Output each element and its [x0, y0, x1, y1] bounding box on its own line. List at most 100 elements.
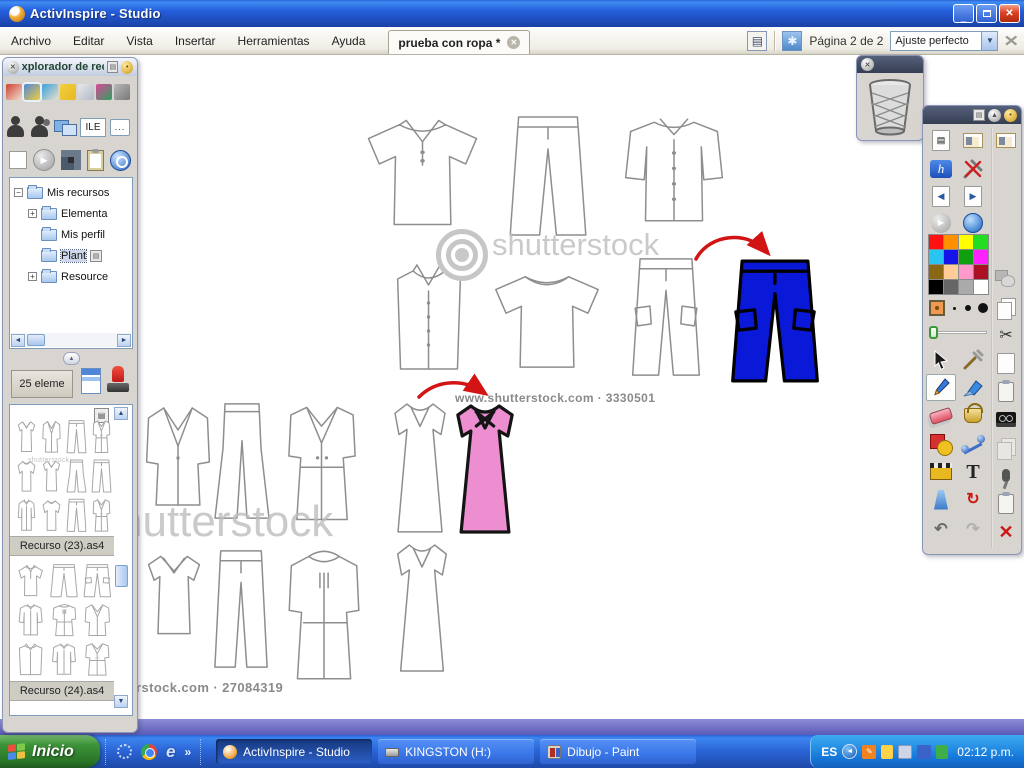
scroll-left-icon[interactable]: ◄	[11, 333, 25, 347]
menu-archivo[interactable]: Archivo	[0, 30, 62, 52]
garment-vneck[interactable]	[18, 422, 34, 452]
explorer-restore-icon[interactable]: ▤	[107, 61, 119, 73]
recorder-tool[interactable]	[993, 406, 1019, 433]
pen-tool[interactable]	[926, 374, 956, 401]
move-objects-tool[interactable]	[993, 264, 1019, 291]
tools-tool[interactable]	[958, 346, 988, 373]
blank-swatch[interactable]	[9, 151, 27, 169]
garment-pants[interactable]	[215, 551, 267, 667]
search-globe-icon[interactable]	[110, 149, 131, 171]
menu-ayuda[interactable]: Ayuda	[321, 30, 377, 52]
palette-color-ffffff[interactable]	[972, 278, 989, 295]
pen-width-medium[interactable]	[965, 305, 971, 311]
user-icon[interactable]	[6, 115, 26, 139]
tree-item-mis-perfil[interactable]: Mis perfil	[10, 224, 132, 245]
tray-collapse-icon[interactable]: ◄	[842, 744, 858, 759]
toolbox-menu-icon[interactable]: ▤	[973, 109, 985, 121]
scissors-tool[interactable]: ✂	[993, 322, 1019, 349]
palette-color-000000[interactable]	[927, 278, 944, 295]
garment-jacket[interactable]	[85, 605, 109, 636]
play-icon[interactable]: ▶	[33, 149, 55, 171]
garment-coat[interactable]	[93, 500, 110, 531]
redo-tool[interactable]: ↷	[958, 516, 988, 543]
garment-pants[interactable]	[510, 117, 586, 235]
item-menu-icon[interactable]: ▤	[90, 249, 103, 262]
clock[interactable]: 02:12 p.m.	[957, 745, 1014, 759]
garment-cargopants[interactable]	[633, 259, 700, 375]
network-tray-icon[interactable]	[898, 744, 913, 759]
collapse-icon[interactable]: −	[14, 188, 23, 197]
garment-polo[interactable]	[19, 565, 42, 595]
highlighter-tool[interactable]	[958, 374, 988, 401]
garment-hoodedcoat[interactable]	[53, 605, 76, 636]
scrollbar-thumb[interactable]	[115, 565, 128, 587]
garment-flarepants[interactable]	[67, 460, 86, 492]
task-button-dibujo-paint[interactable]: Dibujo - Paint	[540, 739, 697, 764]
task-button-kingston-h-[interactable]: KINGSTON (H:)	[378, 739, 535, 764]
maximize-button[interactable]	[976, 4, 997, 23]
shared-collection-icon[interactable]	[22, 82, 42, 102]
garment-pants[interactable]	[92, 460, 111, 492]
toolbox-collapse-icon[interactable]: ▲	[988, 108, 1001, 122]
trash-panel[interactable]: ✕	[856, 55, 924, 141]
clipboard-pen-tool[interactable]	[993, 490, 1019, 517]
thumbnail-caption[interactable]: Recurso (23).as4	[10, 536, 114, 556]
freeze-icon[interactable]: ✱	[782, 30, 803, 51]
toolbox-header[interactable]: ▤ ▲ •	[923, 106, 1021, 124]
garment-coat[interactable]	[93, 421, 110, 452]
garment-vneck[interactable]	[149, 556, 200, 633]
chrome-icon[interactable]	[141, 743, 157, 760]
thumbnail-recurso-24[interactable]	[14, 561, 114, 679]
zoom-fit-select[interactable]: Ajuste perfecto ▼	[890, 30, 999, 51]
web-browser-tool[interactable]	[958, 209, 988, 236]
garment-tshirt[interactable]	[18, 462, 35, 492]
garment-polo[interactable]	[369, 120, 477, 224]
expand-icon[interactable]: +	[28, 272, 37, 281]
palette-color-1414e8[interactable]	[942, 248, 959, 265]
clear-tool[interactable]	[926, 486, 956, 513]
menu-vista[interactable]: Vista	[115, 30, 163, 52]
palette-color-ff1111[interactable]	[927, 233, 944, 250]
users-group-icon[interactable]	[30, 115, 50, 139]
ile-box[interactable]: ILE	[80, 117, 106, 137]
text-tool[interactable]: T	[958, 458, 988, 485]
desktop-tools-tool[interactable]	[958, 155, 988, 182]
checklist-icon[interactable]	[78, 84, 94, 100]
expand-icon[interactable]: +	[28, 209, 37, 218]
palette-color-0fa00f[interactable]	[957, 248, 974, 265]
explorer-pin-icon[interactable]: •	[121, 60, 133, 74]
tree-item-mis-recursos[interactable]: − Mis recursos	[10, 182, 132, 203]
previous-page-tool[interactable]: ◀	[926, 183, 956, 210]
document-options-button[interactable]: ▤	[747, 30, 768, 51]
duplicate-page-tool[interactable]	[993, 294, 1019, 321]
chevron-down-icon[interactable]: ▼	[981, 31, 998, 50]
blue-pants-annotation[interactable]	[733, 261, 818, 381]
undo-tool[interactable]: ↶	[926, 516, 956, 543]
reset-page-tool[interactable]: ↻	[958, 486, 988, 513]
tree-horizontal-scrollbar[interactable]: ◄ ►	[11, 333, 131, 347]
select-tool[interactable]	[926, 346, 956, 373]
garment-buttonshirt[interactable]	[19, 644, 41, 675]
garment-pants[interactable]	[67, 499, 86, 531]
palette-color-666666[interactable]	[942, 278, 959, 295]
more-button[interactable]: ...	[110, 118, 130, 136]
garment-longsleeve[interactable]	[18, 500, 34, 530]
list-view-icon[interactable]	[81, 368, 101, 394]
thumbnail-recurso-23[interactable]	[14, 417, 114, 535]
scroll-right-icon[interactable]: ►	[117, 333, 131, 347]
pen-width-slider[interactable]	[929, 326, 987, 339]
collapse-tree-button[interactable]: ▲	[63, 352, 80, 365]
start-button[interactable]: Inicio	[0, 735, 100, 768]
language-indicator[interactable]: ES	[821, 745, 837, 759]
eraser-tool[interactable]	[926, 402, 956, 429]
tree-item-resource[interactable]: + Resource	[10, 266, 132, 287]
menu-insertar[interactable]: Insertar	[164, 30, 227, 52]
swap-arrows-icon[interactable]: ✕	[1004, 32, 1020, 50]
garment-tshirt[interactable]	[496, 277, 598, 367]
shared-screens-icon[interactable]	[54, 118, 77, 136]
palette-color-ff99cc[interactable]	[957, 263, 974, 280]
internet-explorer-icon[interactable]: e	[166, 742, 175, 762]
palette-color-aa1122[interactable]	[972, 263, 989, 280]
blank-page-tool[interactable]	[993, 350, 1019, 377]
garment-coat[interactable]	[86, 644, 109, 675]
